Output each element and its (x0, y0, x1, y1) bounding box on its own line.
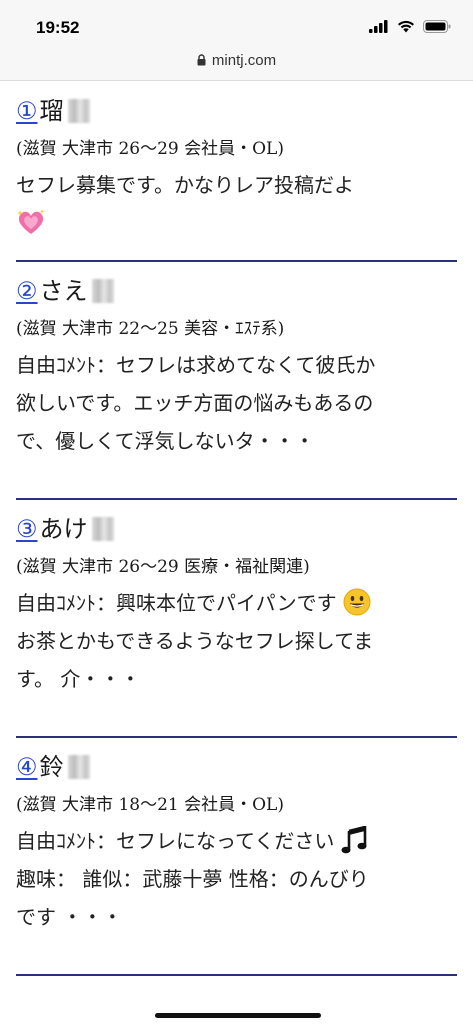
battery-icon (423, 20, 451, 33)
sparkling-heart-icon (16, 209, 45, 234)
post-number-link[interactable]: ③ (16, 512, 38, 546)
post-comment: セフレ募集です。かなりレア投稿だよ (16, 166, 457, 244)
post-meta: (滋賀 大津市 26〜29 会社員・OL) (16, 139, 284, 159)
post-list: ① 瑠 (滋賀 大津市 26〜29 会社員・OL) セフレ募集です。かなりレア投… (0, 82, 473, 976)
musical-notes-icon (341, 826, 367, 854)
status-time: 19:52 (36, 18, 80, 37)
comment-line: 欲しいです。エッチ方面の悩みもあるの (16, 391, 374, 415)
comment-line: 自由ｺﾒﾝﾄ：興味本位でパイパンです (16, 584, 457, 622)
blurred-name (91, 517, 114, 541)
comment-line (16, 204, 457, 244)
comment-line: 趣味： 誰似：武藤十夢 性格：のんびり (16, 867, 369, 891)
url-display[interactable]: mintj.com (0, 52, 473, 69)
cellular-signal-icon (369, 20, 388, 33)
post-number-link[interactable]: ④ (16, 750, 38, 784)
url-text: mintj.com (211, 52, 277, 69)
post-name: 瑠 (39, 97, 64, 125)
comment-line: す。 介・・・ (16, 667, 141, 691)
post-item: ③ あけ (滋賀 大津市 26〜29 医療・福祉関連) 自由ｺﾒﾝﾄ：興味本位で… (0, 500, 473, 736)
post-comment: 自由ｺﾒﾝﾄ：興味本位でパイパンです お茶とかもできるようなセフレ探してま す。… (16, 584, 457, 698)
post-heading: ④ 鈴 (16, 738, 457, 784)
home-indicator (155, 1013, 321, 1018)
post-meta: (滋賀 大津市 22〜25 美容・ｴｽﾃ系) (16, 319, 285, 339)
comment-line: 自由ｺﾒﾝﾄ：セフレになってください (16, 822, 457, 860)
post-comment: 自由ｺﾒﾝﾄ：セフレになってください 趣味： 誰似：武藤十夢 性格：のんびり で… (16, 822, 457, 936)
blurred-name (67, 99, 90, 123)
post-meta: (滋賀 大津市 18〜21 会社員・OL) (16, 795, 284, 815)
post-name: 鈴 (39, 753, 64, 781)
lock-icon (197, 54, 206, 66)
wifi-icon (398, 20, 414, 33)
comment-line: お茶とかもできるようなセフレ探してま (16, 629, 374, 653)
post-name: さえ (39, 277, 88, 305)
post-number-link[interactable]: ① (16, 94, 38, 128)
post-heading: ② さえ (16, 262, 457, 308)
comment-line: 自由ｺﾒﾝﾄ：セフレは求めてなくて彼氏か (16, 353, 376, 377)
post-item: ④ 鈴 (滋賀 大津市 18〜21 会社員・OL) 自由ｺﾒﾝﾄ：セフレになって… (0, 738, 473, 974)
post-item: ② さえ (滋賀 大津市 22〜25 美容・ｴｽﾃ系) 自由ｺﾒﾝﾄ：セフレは求… (0, 262, 473, 498)
blurred-name (67, 755, 90, 779)
post-comment: 自由ｺﾒﾝﾄ：セフレは求めてなくて彼氏か 欲しいです。エッチ方面の悩みもあるの … (16, 346, 457, 460)
post-name: あけ (39, 515, 88, 543)
status-icons (369, 20, 451, 33)
comment-line: です ・・・ (16, 905, 123, 929)
post-number-link[interactable]: ② (16, 274, 38, 308)
post-meta: (滋賀 大津市 26〜29 医療・福祉関連) (16, 557, 310, 577)
post-item: ① 瑠 (滋賀 大津市 26〜29 会社員・OL) セフレ募集です。かなりレア投… (0, 82, 473, 260)
grinning-face-icon (343, 588, 371, 616)
status-bar: 19:52 (0, 0, 473, 46)
comment-line: セフレ募集です。かなりレア投稿だよ (16, 173, 354, 197)
address-bar[interactable]: mintj.com (0, 46, 473, 81)
post-heading: ① 瑠 (16, 82, 457, 128)
post-divider (16, 974, 457, 976)
comment-text: 自由ｺﾒﾝﾄ：興味本位でパイパンです (16, 591, 337, 615)
post-heading: ③ あけ (16, 500, 457, 546)
blurred-name (91, 279, 114, 303)
comment-line: で、優しくて浮気しないタ・・・ (16, 429, 315, 453)
comment-text: 自由ｺﾒﾝﾄ：セフレになってください (16, 829, 335, 853)
